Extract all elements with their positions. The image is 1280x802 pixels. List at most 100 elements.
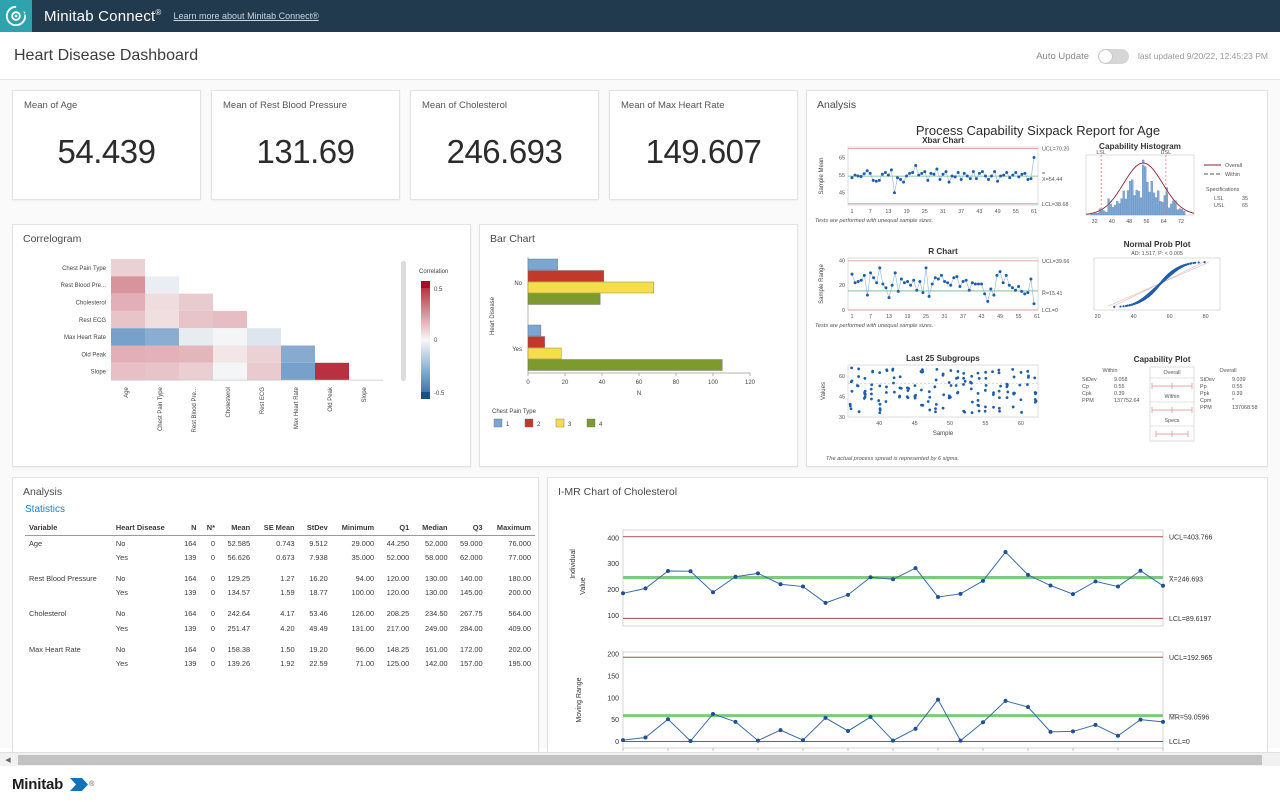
xbar-x-tick-label: 13 bbox=[885, 209, 891, 215]
mr-chart-data-point bbox=[1139, 718, 1143, 722]
normplot-data-point bbox=[1183, 264, 1185, 266]
scroll-left-arrow-icon[interactable]: ◀ bbox=[0, 753, 16, 767]
xbar-y-tick-label: 45 bbox=[839, 191, 845, 197]
table-cell: 4.20 bbox=[254, 621, 298, 635]
mr-chart-data-point bbox=[756, 739, 760, 743]
correlogram-legend-gradient bbox=[421, 281, 430, 399]
last25-x-tick-label: 40 bbox=[876, 421, 882, 427]
i-chart-y-axis-label-line1: Individual bbox=[570, 549, 577, 579]
xbar-data-point bbox=[945, 170, 948, 173]
correlogram-legend-tick: 0 bbox=[434, 338, 438, 344]
kpi-card-mean-max-heart-rate: Mean of Max Heart Rate 149.607 bbox=[609, 90, 798, 200]
r-chart-title: R Chart bbox=[928, 247, 958, 256]
table-cell: 164 bbox=[177, 536, 200, 551]
mr-chart-lcl-label: LCL=0 bbox=[1169, 739, 1190, 746]
r-data-point bbox=[888, 296, 891, 299]
bar-chart-bar[interactable] bbox=[528, 282, 654, 293]
table-cell: 158.38 bbox=[219, 642, 254, 656]
mr-chart-data-point bbox=[711, 712, 715, 716]
last25-data-point bbox=[893, 391, 896, 394]
vertical-scrollbar[interactable] bbox=[401, 261, 406, 381]
table-cell: 19.20 bbox=[299, 642, 332, 656]
r-data-point bbox=[940, 274, 943, 277]
r-data-point bbox=[906, 280, 909, 283]
bar-chart-bar[interactable] bbox=[528, 259, 558, 270]
last25-data-point bbox=[998, 410, 1001, 413]
bar-chart-x-tick-label: 120 bbox=[745, 380, 756, 386]
correlogram-cell bbox=[315, 363, 349, 380]
correlogram-cell bbox=[111, 328, 145, 345]
auto-update-toggle[interactable] bbox=[1098, 49, 1129, 64]
table-cell: 1.92 bbox=[254, 656, 298, 670]
r-data-point bbox=[863, 274, 866, 277]
correlogram-col-label: Slope bbox=[362, 386, 368, 402]
mr-chart-data-point bbox=[1004, 699, 1008, 703]
last25-data-point bbox=[992, 393, 995, 396]
table-cell: 58.000 bbox=[413, 550, 451, 564]
bar-chart-legend-swatch bbox=[494, 419, 502, 427]
mr-chart-center-label: MR=59.0596 bbox=[1169, 715, 1209, 722]
bar-chart-bar[interactable] bbox=[528, 348, 561, 359]
histogram-bar bbox=[1159, 201, 1161, 215]
kpi-value: 131.69 bbox=[212, 133, 399, 171]
table-cell: 94.00 bbox=[332, 571, 378, 585]
horizontal-scrollbar[interactable]: ◀ bbox=[0, 752, 1280, 766]
bar-chart-bar[interactable] bbox=[528, 325, 541, 336]
table-cell: No bbox=[112, 571, 177, 585]
last25-x-axis-label: Sample bbox=[933, 431, 954, 437]
table-cell: 125.00 bbox=[378, 656, 413, 670]
table-cell: 0 bbox=[200, 550, 219, 564]
r-x-tick-label: 49 bbox=[997, 314, 1003, 320]
kpi-card-mean-age: Mean of Age 54.439 bbox=[12, 90, 201, 200]
bar-chart-bar[interactable] bbox=[528, 360, 722, 371]
last25-data-point bbox=[1019, 398, 1022, 401]
r-data-point bbox=[1011, 286, 1014, 289]
bar-chart-bar[interactable] bbox=[528, 294, 600, 305]
statistics-section-link[interactable]: Statistics bbox=[13, 498, 538, 515]
bar-chart-x-tick-label: 80 bbox=[673, 380, 680, 386]
table-cell: 564.00 bbox=[487, 607, 535, 621]
last25-x-tick-label: 60 bbox=[1018, 421, 1024, 427]
footer-brand-text: Minitab bbox=[12, 776, 63, 793]
correlogram-chart[interactable]: Chest Pain TypeRest Blood Pre...Choleste… bbox=[13, 245, 472, 460]
capplot-overall-stat-value: 137068.58 bbox=[1232, 405, 1257, 411]
mr-chart-data-point bbox=[1116, 734, 1120, 738]
histogram-bar bbox=[1112, 207, 1114, 215]
r-data-point bbox=[881, 283, 884, 286]
histogram-bar bbox=[1103, 211, 1105, 215]
table-cell-variable: Cholesterol bbox=[25, 607, 112, 621]
last25-data-point bbox=[984, 410, 987, 413]
table-spacer-row bbox=[25, 564, 535, 571]
i-chart-data-point bbox=[1071, 592, 1075, 596]
last25-data-point bbox=[992, 406, 995, 409]
table-cell: 0.743 bbox=[254, 536, 298, 551]
last25-data-point bbox=[857, 367, 860, 370]
last25-data-point bbox=[870, 388, 873, 391]
capplot-within-stat-value: 137752.64 bbox=[1114, 398, 1139, 404]
r-data-point bbox=[934, 276, 937, 279]
r-data-point bbox=[1005, 274, 1008, 277]
table-cell: 120.00 bbox=[378, 571, 413, 585]
learn-more-link[interactable]: Learn more about Minitab Connect® bbox=[174, 11, 319, 21]
xbar-data-point bbox=[926, 179, 929, 182]
app-header-bar: Minitab Connect® Learn more about Minita… bbox=[0, 0, 1280, 32]
process-capability-sixpack-report[interactable]: Process Capability Sixpack Report for Ag… bbox=[810, 115, 1266, 467]
bar-chart-bar[interactable] bbox=[528, 271, 604, 282]
last25-data-point bbox=[1018, 384, 1021, 387]
xbar-data-point bbox=[1002, 174, 1005, 177]
bar-chart-bar[interactable] bbox=[528, 337, 545, 348]
last25-data-point bbox=[870, 383, 873, 386]
mr-chart-y-axis-label: Moving Range bbox=[576, 677, 583, 722]
table-cell: 29.000 bbox=[332, 536, 378, 551]
last25-data-point bbox=[1006, 384, 1009, 387]
scrollbar-thumb[interactable] bbox=[18, 755, 1262, 765]
r-data-point bbox=[915, 289, 918, 292]
correlogram-legend-tick: 0.5 bbox=[434, 287, 443, 293]
last25-data-point bbox=[927, 400, 930, 403]
histogram-bar bbox=[1136, 190, 1138, 215]
capplot-within-stat-value: 0.39 bbox=[1114, 391, 1125, 397]
bar-chart[interactable]: NoYes020406080100120NHeart DiseaseChest … bbox=[480, 245, 799, 460]
last25-data-point bbox=[871, 371, 874, 374]
correlogram-col-label: Old Peak bbox=[328, 386, 334, 412]
r-data-point bbox=[946, 281, 949, 284]
